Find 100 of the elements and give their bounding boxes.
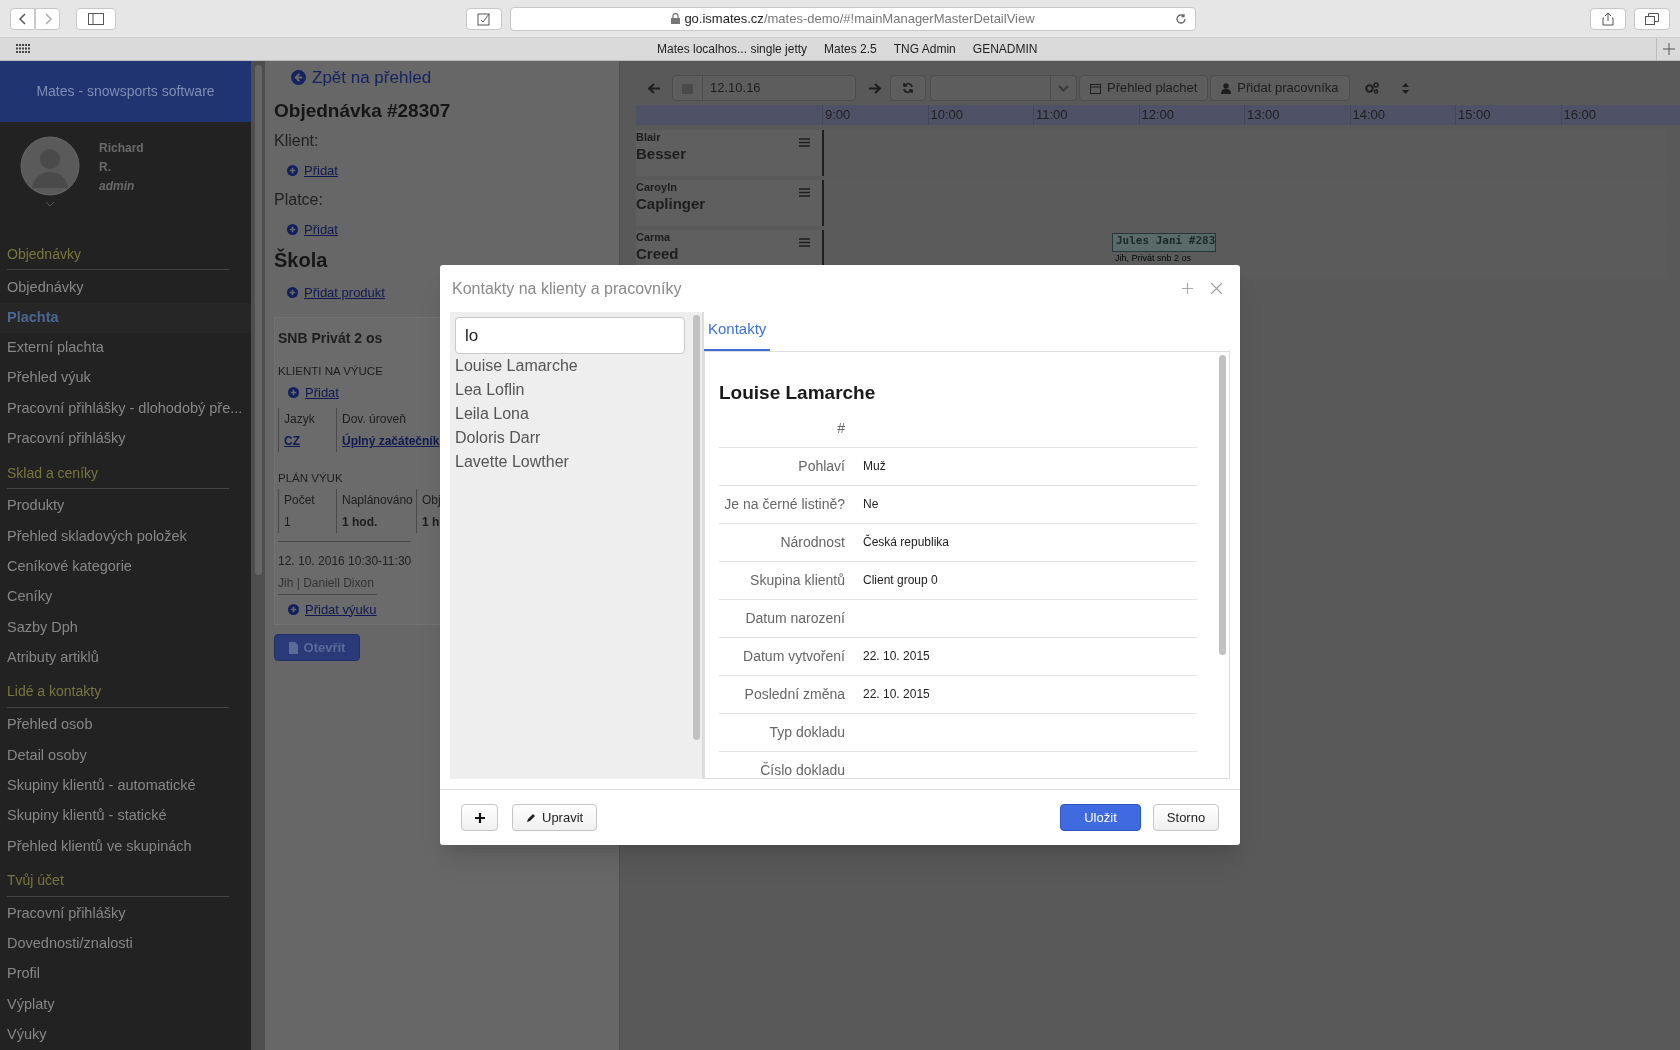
sidebar-item[interactable]: Dovednosti/znalosti bbox=[0, 928, 251, 960]
menu-icon[interactable] bbox=[799, 138, 810, 147]
sidebar-item[interactable]: Výplaty bbox=[0, 989, 251, 1020]
sidebar-item[interactable]: Přehled skladových položek bbox=[0, 521, 251, 552]
add-icon bbox=[287, 165, 298, 177]
sidebar-item[interactable]: Objednávky bbox=[0, 272, 251, 303]
table-cell: 1 bbox=[278, 510, 336, 533]
sidebar-item[interactable]: Atributy artiklů bbox=[0, 642, 251, 673]
new-tab-icon[interactable] bbox=[1662, 43, 1675, 55]
tab[interactable]: Kontakty bbox=[704, 317, 771, 351]
field-label: # bbox=[836, 418, 845, 438]
sidebar-item[interactable]: Přehled osob bbox=[0, 710, 251, 741]
sidebar-item[interactable]: Přehled výuk bbox=[0, 363, 251, 394]
sidebar-item[interactable]: Sazby Dph bbox=[0, 612, 251, 643]
section-heading: Tvůj účet bbox=[7, 871, 64, 891]
scrollbar-thumb[interactable] bbox=[254, 65, 262, 575]
lock-icon bbox=[671, 13, 681, 24]
sidebar-toggle-button[interactable] bbox=[76, 7, 116, 30]
section-heading: Sklad a ceníky bbox=[7, 463, 99, 483]
hour-label: 16:00 bbox=[1563, 107, 1597, 122]
close-icon[interactable] bbox=[1211, 283, 1222, 294]
sidebar-item[interactable]: Přehled klientů ve skupinách bbox=[0, 831, 251, 862]
scrollbar-thumb[interactable] bbox=[692, 315, 700, 740]
section-heading: Objednávky bbox=[7, 244, 81, 264]
field-value: Česká republika bbox=[863, 533, 950, 551]
add-icon bbox=[287, 223, 298, 235]
tabs-button[interactable] bbox=[1634, 7, 1670, 30]
add-link[interactable]: Přidat bbox=[305, 382, 339, 403]
add-link[interactable]: Přidat produkt bbox=[304, 283, 385, 303]
cancel-button[interactable]: Storno bbox=[1153, 804, 1219, 831]
section-label: KLIENTI NA VÝUCE bbox=[278, 363, 383, 379]
section-heading: Lidé a kontakty bbox=[7, 682, 102, 702]
field-label: Je na černé listině? bbox=[723, 494, 845, 514]
hour-label: 15:00 bbox=[1458, 107, 1491, 122]
filter-dropdown[interactable] bbox=[930, 75, 1077, 101]
sidebar-item[interactable]: Produkty bbox=[0, 491, 251, 522]
lesson-event[interactable]: Jules Jani #283 bbox=[1112, 233, 1216, 252]
sidebar-item[interactable]: Pracovní přihlášky bbox=[0, 423, 251, 455]
maximize-icon[interactable] bbox=[1182, 283, 1193, 294]
column-header: Počet bbox=[278, 488, 336, 511]
notes-button[interactable] bbox=[466, 7, 502, 30]
sidebar-item[interactable]: Ceníkové kategorie bbox=[0, 551, 251, 583]
search-result[interactable]: Lavette Lowther bbox=[455, 450, 685, 474]
apps-grid-icon[interactable] bbox=[16, 44, 30, 54]
forward-button[interactable] bbox=[35, 7, 60, 30]
sort-icon[interactable] bbox=[1401, 82, 1409, 94]
sidebar-item[interactable]: Skupiny klientů - automatické bbox=[0, 770, 251, 801]
save-button[interactable]: Uložit bbox=[1060, 804, 1141, 831]
sidebar-item[interactable]: Detail osoby bbox=[0, 740, 251, 771]
field-label: Pohlaví bbox=[797, 456, 845, 476]
user-last-name: R. bbox=[99, 158, 112, 176]
bookmark-link[interactable]: Mates 2.5 bbox=[824, 40, 877, 58]
hour-label: 10:00 bbox=[930, 107, 964, 122]
next-day-icon[interactable] bbox=[869, 82, 881, 94]
add-link[interactable]: Přidat bbox=[304, 161, 338, 181]
sidebar-item[interactable]: Skupiny klientů - statické bbox=[0, 800, 251, 832]
menu-icon[interactable] bbox=[799, 238, 810, 247]
share-button[interactable] bbox=[1590, 7, 1626, 30]
sidebar-item[interactable]: Pracovní přihlášky bbox=[0, 898, 251, 929]
settings-icon[interactable] bbox=[1364, 82, 1379, 94]
school-title: Škola bbox=[274, 247, 329, 273]
add-link[interactable]: Přidat výuku bbox=[305, 599, 377, 619]
bookmark-link[interactable]: GENADMIN bbox=[972, 40, 1038, 58]
sidebar-item[interactable]: Výuky bbox=[0, 1019, 251, 1050]
chevron-down-icon bbox=[1058, 84, 1069, 92]
back-link[interactable]: Zpět na přehled bbox=[312, 65, 432, 91]
overview-button[interactable]: Přehled plachet bbox=[1079, 75, 1209, 101]
menu-icon[interactable] bbox=[799, 188, 810, 197]
chevron-down-icon[interactable] bbox=[46, 201, 54, 207]
field-label: Typ dokladu bbox=[768, 722, 845, 742]
add-icon bbox=[287, 287, 298, 299]
column-header: Naplánováno bbox=[336, 488, 416, 511]
add-link[interactable]: Přidat bbox=[304, 219, 338, 239]
previous-day-icon[interactable] bbox=[648, 82, 660, 94]
scrollbar-thumb[interactable] bbox=[1218, 355, 1226, 655]
edit-button[interactable]: Upravit bbox=[512, 804, 598, 831]
refresh-button[interactable] bbox=[890, 75, 926, 101]
contact-name: Louise Lamarche bbox=[719, 381, 877, 405]
date-field[interactable]: 12.10.16 bbox=[672, 75, 856, 101]
sidebar-item[interactable]: Pracovní přihlášky - dlohodobý pře... bbox=[0, 393, 251, 424]
search-field[interactable]: lo bbox=[455, 317, 685, 354]
bookmark-link[interactable]: Mates localhos... single jetty bbox=[657, 40, 808, 58]
reload-icon[interactable] bbox=[1175, 12, 1187, 25]
sidebar-item[interactable]: Profil bbox=[0, 959, 251, 990]
search-result[interactable]: Lea Loflin bbox=[455, 378, 685, 402]
add-button[interactable] bbox=[461, 804, 498, 831]
event-subtitle: Jih, Privát snb 2 os bbox=[1115, 252, 1192, 265]
sidebar-item[interactable]: Plachta bbox=[0, 302, 251, 333]
search-result[interactable]: Louise Lamarche bbox=[455, 354, 685, 378]
add-worker-button[interactable]: Přidat pracovníka bbox=[1210, 75, 1350, 101]
bookmark-link[interactable]: TNG Admin bbox=[893, 40, 956, 58]
chevron-right-icon bbox=[43, 12, 52, 25]
sidebar-item[interactable]: Externí plachta bbox=[0, 332, 251, 364]
address-bar[interactable]: go.ismates.cz/mates-demo/#!mainManagerMasterDetailView bbox=[510, 6, 1196, 31]
table-link[interactable]: CZ bbox=[278, 430, 336, 453]
person-icon bbox=[1221, 82, 1232, 94]
back-button[interactable] bbox=[10, 7, 35, 30]
sidebar-item[interactable]: Ceníky bbox=[0, 582, 251, 613]
field-value: 22. 10. 2015 bbox=[863, 686, 930, 703]
lesson-time: 12. 10. 2016 10:30-11:30 bbox=[278, 552, 412, 570]
